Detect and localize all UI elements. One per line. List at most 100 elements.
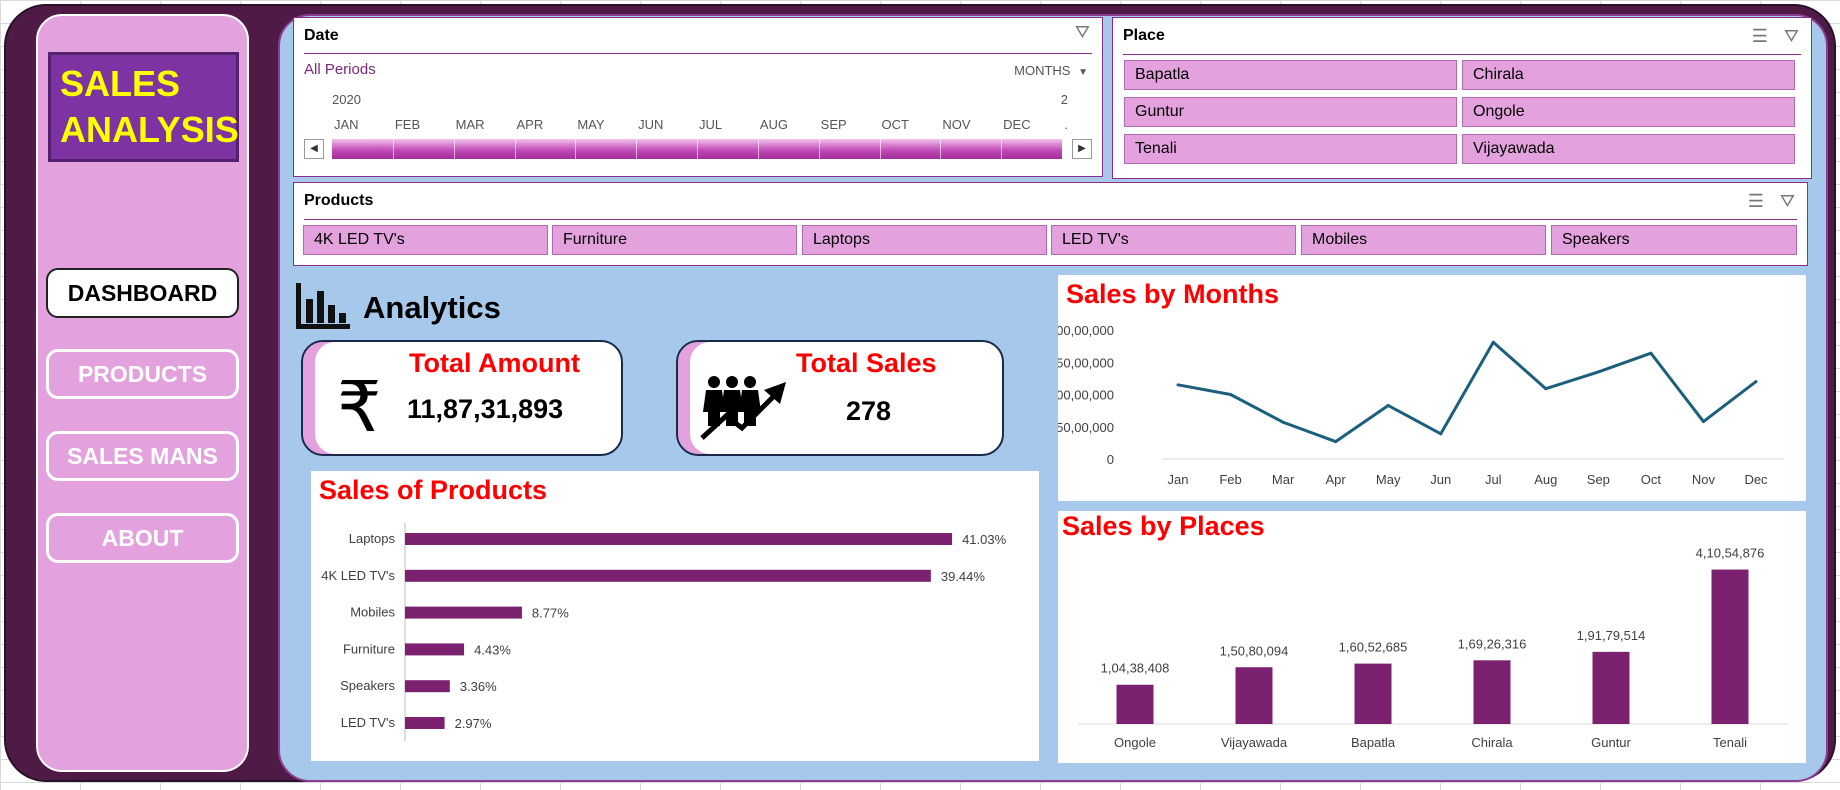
tick-label: LED TV's: [341, 715, 396, 730]
clear-filter-icon[interactable]: ⛛: [1075, 22, 1090, 43]
timeline-month-label[interactable]: FEB: [395, 117, 420, 132]
x-tick-label: Apr: [1326, 472, 1347, 487]
product-chip[interactable]: Mobiles: [1301, 225, 1546, 255]
clear-filter-icon[interactable]: ⛛: [1784, 26, 1799, 47]
y-tick-label: 0: [1107, 452, 1114, 467]
series-line: [1177, 340, 1757, 444]
bar: [1711, 569, 1749, 724]
bar: [1235, 667, 1273, 724]
x-tick-label: Jan: [1168, 472, 1189, 487]
product-chip[interactable]: 4K LED TV's: [303, 225, 548, 255]
timeline-scroll-right-button[interactable]: ▶: [1072, 139, 1092, 159]
multi-select-icon[interactable]: ☰: [1752, 26, 1768, 47]
bar: [405, 680, 450, 693]
nav-products-button[interactable]: PRODUCTS: [46, 349, 239, 399]
multi-select-icon[interactable]: ☰: [1748, 191, 1764, 212]
timeline-month-label[interactable]: AUG: [760, 117, 788, 132]
y-tick-label: 1,00,00,000: [1058, 388, 1114, 403]
bar: [1116, 684, 1154, 724]
timeline-month-label[interactable]: JUL: [699, 117, 722, 132]
x-tick-label: Chirala: [1471, 735, 1513, 750]
sales-of-products-chart: Laptops 41.03% 4K LED TV's 39.44% Mobiles 8.7…: [321, 523, 1007, 741]
product-chip[interactable]: Speakers: [1551, 225, 1797, 255]
timeline-month-divider: [453, 139, 455, 159]
place-chip[interactable]: Tenali: [1124, 134, 1457, 164]
data-label: 1,60,52,685: [1339, 640, 1408, 655]
logo: SALES ANALYSIS: [48, 52, 239, 162]
timeline-month-divider: [392, 139, 394, 159]
place-chip[interactable]: Chirala: [1462, 60, 1795, 90]
nav-dashboard-button[interactable]: DASHBOARD: [46, 268, 239, 318]
x-tick-label: Mar: [1272, 472, 1295, 487]
rupee-icon: ₹: [337, 366, 382, 448]
timeline-month-divider: [940, 139, 942, 159]
data-label: 3.36%: [460, 679, 497, 694]
data-label: 8.77%: [532, 606, 569, 621]
data-point: [1754, 380, 1758, 384]
data-point: [1649, 351, 1653, 355]
clear-filter-icon[interactable]: ⛛: [1780, 191, 1795, 212]
timeline-month-divider: [575, 139, 577, 159]
timeline-month-label[interactable]: JAN: [334, 117, 359, 132]
total-sales-value: 278: [846, 396, 892, 426]
place-chip[interactable]: Guntur: [1124, 97, 1457, 127]
data-label: 39.44%: [941, 569, 986, 584]
date-slicer-title: Date: [304, 27, 339, 44]
timeline-month-label[interactable]: APR: [517, 117, 544, 132]
y-tick-label: 2,00,00,000: [1058, 323, 1114, 338]
total-amount-value: 11,87,31,893: [407, 394, 564, 424]
sales-by-places-panel: Sales by Places 1,04,38,408 Ongole 1,50,80…: [1058, 511, 1806, 763]
data-point: [1229, 393, 1233, 396]
product-chip[interactable]: Furniture: [552, 225, 797, 255]
timeline-month-divider: [697, 139, 698, 159]
data-point: [1701, 420, 1705, 424]
data-label: 1,04,38,408: [1101, 661, 1170, 676]
timeline-month-label[interactable]: MAR: [456, 117, 485, 132]
x-tick-label: Tenali: [1713, 735, 1747, 750]
x-tick-label: Aug: [1534, 472, 1557, 487]
x-tick-label: Guntur: [1591, 735, 1631, 750]
timeline-month-label[interactable]: NOV: [942, 117, 970, 132]
bar: [1473, 660, 1511, 724]
total-sales-card: Total Sales 278: [676, 340, 1004, 456]
period-mode-select[interactable]: MONTHS ▼: [1014, 63, 1088, 78]
place-slicer-title: Place: [1123, 27, 1165, 44]
place-chip[interactable]: Bapatla: [1124, 60, 1457, 90]
x-tick-label: Jul: [1485, 472, 1502, 487]
sales-by-months-panel: Sales by Months 050,00,0001,00,00,0001,5…: [1058, 275, 1806, 501]
timeline-month-divider: [636, 139, 638, 159]
timeline-month-divider: [879, 139, 881, 159]
x-tick-label: Oct: [1641, 472, 1662, 487]
x-tick-label: Vijayawada: [1221, 735, 1288, 750]
nav-about-button[interactable]: ABOUT: [46, 513, 239, 563]
data-point: [1596, 370, 1600, 374]
bar-chart-icon: [296, 283, 350, 329]
product-chip[interactable]: Laptops: [802, 225, 1047, 255]
analytics-heading: Analytics: [363, 290, 501, 325]
timeline-month-divider: [818, 139, 820, 159]
timeline-overflow-mark: 2: [1060, 92, 1068, 107]
timeline-month-label[interactable]: JUN: [638, 117, 663, 132]
tick-label: 4K LED TV's: [321, 568, 395, 583]
timeline-month-label[interactable]: SEP: [821, 117, 847, 132]
timeline-scroll-left-button[interactable]: ◀: [304, 139, 324, 159]
x-tick-label: May: [1376, 472, 1401, 487]
logo-line2: ANALYSIS: [60, 109, 239, 150]
timeline-month-label[interactable]: DEC: [1003, 117, 1030, 132]
timeline-month-label[interactable]: OCT: [882, 117, 909, 132]
date-slicer: Date ⛛ All Periods MONTHS ▼ 2020 2 JAN FE…: [293, 17, 1103, 177]
nav-salesmans-button[interactable]: SALES MANS: [46, 431, 239, 481]
bar: [405, 569, 931, 582]
all-periods-label[interactable]: All Periods: [304, 61, 376, 78]
tick-label: Furniture: [343, 641, 395, 656]
place-chip[interactable]: Vijayawada: [1462, 134, 1795, 164]
x-tick-label: Jun: [1430, 472, 1451, 487]
place-chip[interactable]: Ongole: [1462, 97, 1795, 127]
data-label: 1,69,26,316: [1458, 636, 1527, 651]
timeline-month-label[interactable]: MAY: [577, 117, 604, 132]
bar: [405, 717, 445, 729]
product-chip[interactable]: LED TV's: [1051, 225, 1296, 255]
timeline-month-divider: [514, 139, 516, 159]
chevron-down-icon: ▼: [1078, 67, 1088, 78]
logo-line1: SALES: [60, 63, 181, 104]
